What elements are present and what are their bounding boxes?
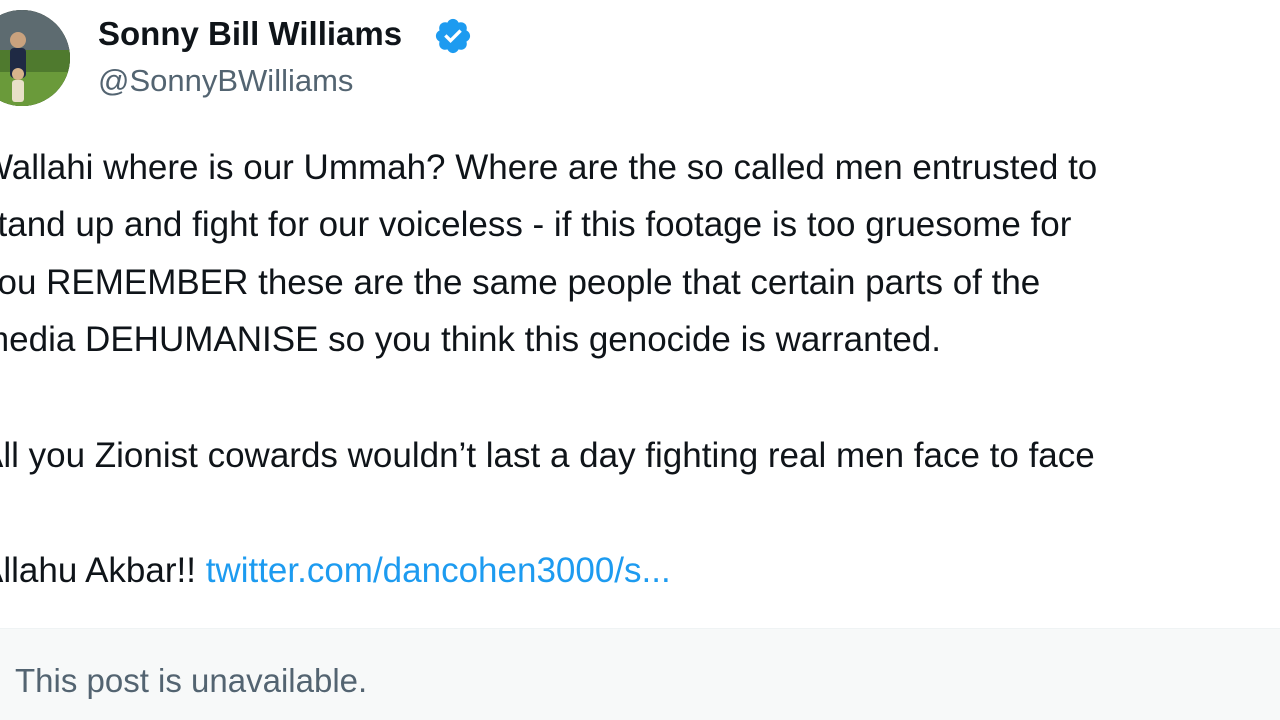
- post-link[interactable]: twitter.com/dancohen3000/s...: [206, 551, 671, 590]
- post-text-line: media DEHUMANISE so you think this genoc…: [0, 320, 941, 359]
- avatar-image: [0, 10, 70, 106]
- post-text-line: Wallahi where is our Ummah? Where are th…: [0, 148, 1098, 187]
- tweet: Sonny Bill Williams @SonnyBWilliams Wall…: [0, 0, 1280, 720]
- post-closing-text: Allahu Akbar!!: [0, 551, 206, 590]
- post-closing-line: Allahu Akbar!! twitter.com/dancohen3000/…: [0, 549, 671, 593]
- quoted-post-card[interactable]: This post is unavailable.: [0, 628, 1280, 720]
- verified-badge-icon: [433, 16, 473, 56]
- unavailable-message: This post is unavailable.: [15, 662, 368, 699]
- post-text-line: All you Zionist cowards wouldn’t last a …: [0, 436, 1095, 475]
- avatar[interactable]: [0, 10, 70, 106]
- author-handle[interactable]: @SonnyBWilliams: [98, 62, 353, 100]
- post-text-line: you REMEMBER these are the same people t…: [0, 263, 1041, 302]
- author-name[interactable]: Sonny Bill Williams: [98, 14, 402, 54]
- post-text-line: stand up and fight for our voiceless - i…: [0, 205, 1072, 244]
